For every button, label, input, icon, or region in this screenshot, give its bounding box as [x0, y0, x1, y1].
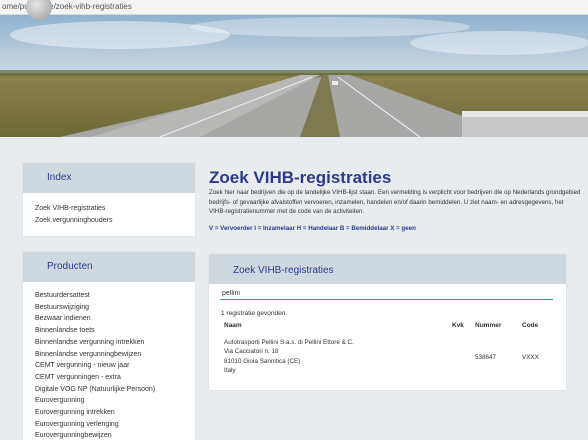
- result-count: 1 registratie gevonden.: [221, 310, 288, 317]
- header-banner-image: [0, 15, 588, 137]
- product-link[interactable]: CEMT vergunningen - extra: [23, 372, 195, 384]
- product-link[interactable]: Binnenlandse vergunningbewijzen: [23, 349, 195, 361]
- column-header-kvk: Kvk: [452, 322, 464, 329]
- column-header-nummer: Nummer: [475, 322, 502, 329]
- product-link[interactable]: Binnenlandse toets: [23, 325, 195, 337]
- index-link-zoek-vergunninghouders[interactable]: Zoek vergunninghouders: [23, 215, 195, 227]
- index-link-zoek-vihb[interactable]: Zoek VIHB-registraties: [23, 203, 195, 215]
- index-panel: Index Zoek VIHB-registraties Zoek vergun…: [23, 163, 195, 236]
- index-list: Zoek VIHB-registraties Zoek vergunningho…: [23, 193, 195, 226]
- result-adres: Via Cacciatori n. 18: [224, 348, 279, 356]
- product-link[interactable]: Eurovergunning verlenging: [23, 419, 195, 431]
- page-title: Zoek VIHB-registraties: [209, 168, 392, 187]
- result-row-address: Autotrasporti Pellini S.a.s. di Pellini …: [224, 338, 354, 376]
- search-panel-header: Zoek VIHB-registraties: [209, 254, 566, 284]
- product-link[interactable]: Eurovergunningbewijzen: [23, 430, 195, 440]
- result-nummer: 538647: [475, 354, 497, 361]
- product-link[interactable]: Eurovergunning intrekken: [23, 407, 195, 419]
- producten-panel-title: Producten: [47, 261, 93, 272]
- producten-panel: Producten Bestuurdersattest Bestuurswijz…: [23, 252, 195, 440]
- intro-text: Zoek hier naar bedrijven die op de lande…: [209, 189, 581, 216]
- result-code: VXXX: [522, 354, 539, 361]
- result-plaats: 81010 Gioia Sannitica (CE): [224, 357, 301, 365]
- product-link[interactable]: Eurovergunning: [23, 395, 195, 407]
- search-panel: Zoek VIHB-registraties 1 registratie gev…: [209, 254, 566, 390]
- product-link[interactable]: Bezwaar indienen: [23, 313, 195, 325]
- index-panel-header: Index: [23, 163, 195, 193]
- result-naam: Autotrasporti Pellini S.a.s. di Pellini …: [224, 339, 354, 346]
- browser-url-bar[interactable]: ome/publicatie/zoek-vihb-registraties: [0, 0, 588, 15]
- search-input[interactable]: [220, 287, 553, 300]
- producten-panel-header: Producten: [23, 252, 195, 282]
- column-header-naam: Naam: [224, 322, 242, 329]
- column-header-code: Code: [522, 322, 539, 329]
- product-link[interactable]: Bestuurswijziging: [23, 302, 195, 314]
- activity-code-legend: V = Vervoerder I = Inzamelaar H = Handel…: [209, 225, 416, 232]
- product-link[interactable]: Binnenlandse vergunning intrekken: [23, 337, 195, 349]
- index-panel-title: Index: [47, 172, 72, 183]
- product-link[interactable]: Bestuurdersattest: [23, 290, 195, 302]
- search-panel-title: Zoek VIHB-registraties: [233, 265, 334, 276]
- producten-list: Bestuurdersattest Bestuurswijziging Bezw…: [23, 282, 195, 440]
- product-link[interactable]: CEMT vergunning - nieuw jaar: [23, 360, 195, 372]
- product-link[interactable]: Digitale VOG NP (Natuurlijke Persoon): [23, 384, 195, 396]
- result-land: Italy: [224, 367, 236, 375]
- url-text: ome/publicatie/zoek-vihb-registraties: [2, 2, 132, 11]
